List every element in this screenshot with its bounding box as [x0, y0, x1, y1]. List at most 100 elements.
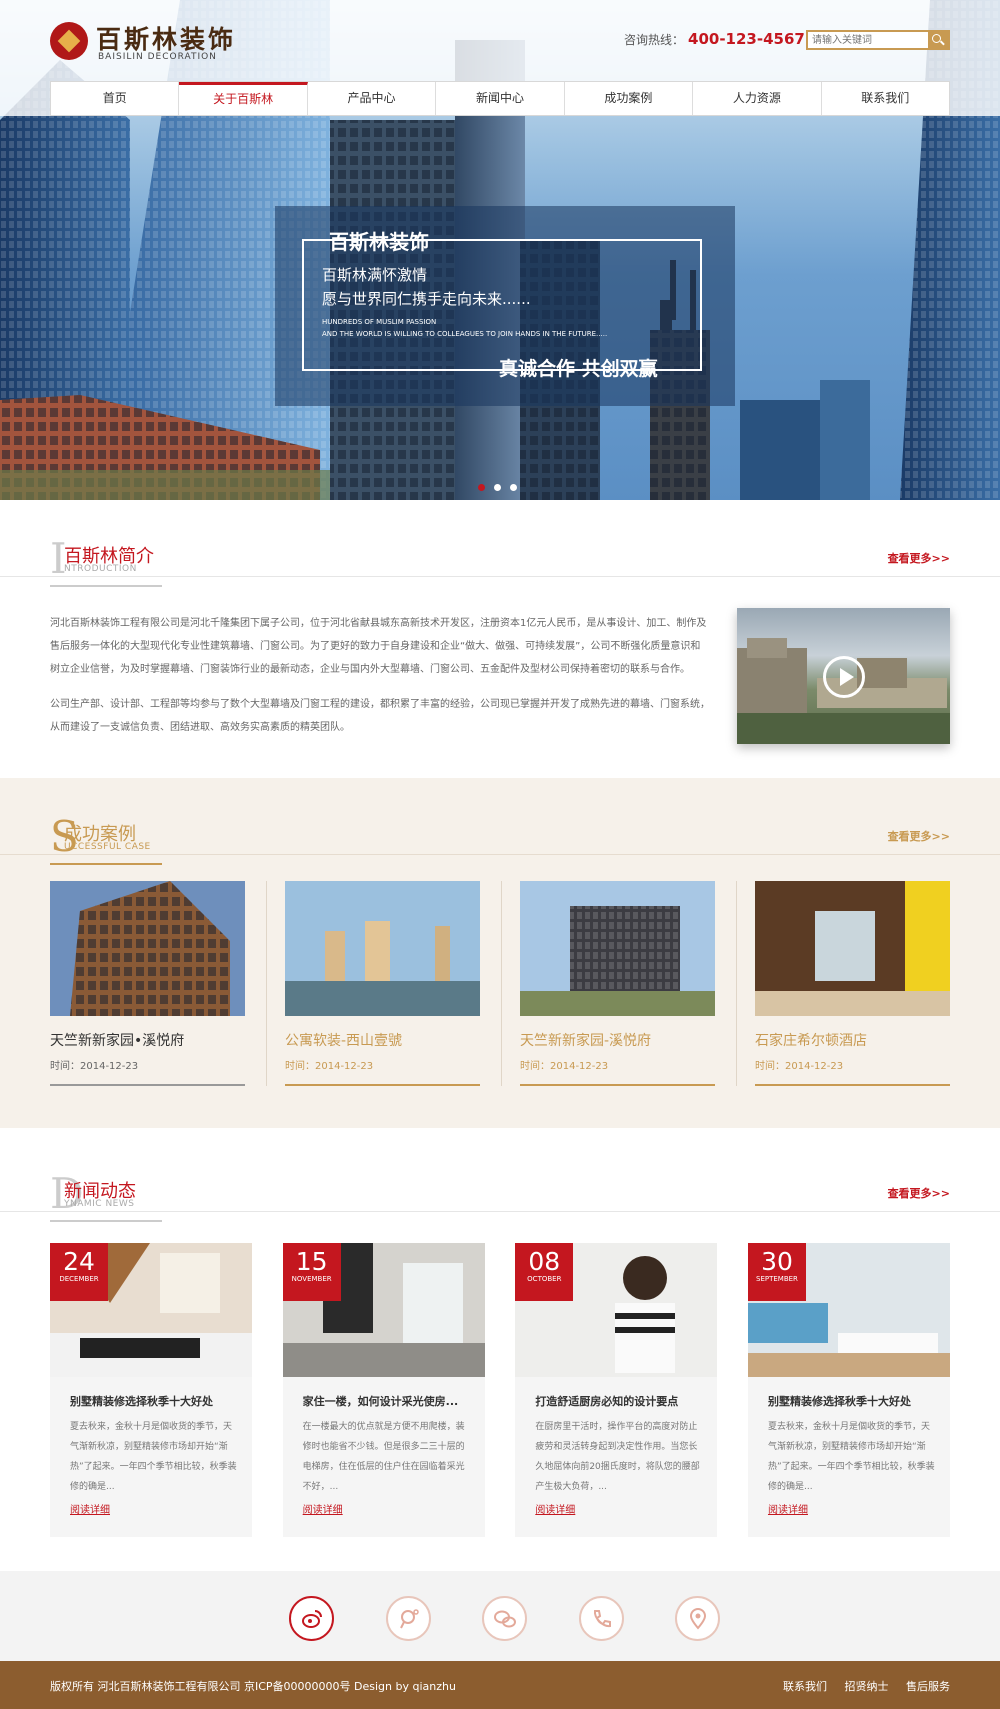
divider: [50, 863, 162, 865]
divider: [755, 1084, 950, 1086]
banner-caption: 百斯林装饰 百斯林满怀激情 愿与世界同仁携手走向未来...... HUNDRED…: [275, 206, 735, 406]
slider-dot[interactable]: [478, 484, 485, 491]
section-subtitle: UCCESSFUL CASE: [64, 842, 151, 852]
news-excerpt: 在一楼最大的优点就是方便不用爬楼，装修时也能省不少钱。但是很多二三十层的电梯房，…: [302, 1422, 465, 1492]
news-card[interactable]: 15 NOVEMBER 家住一楼，如何设计采光使房... 在一楼最大的优点就是方便…: [282, 1243, 485, 1537]
news-list: 24 DECEMBER 别墅精装修选择秋季十大好处 夏去秋来，金秋十月是個收货的季…: [50, 1243, 950, 1537]
nav-item-news[interactable]: 新闻中心: [436, 82, 565, 115]
date-month: SEPTEMBER: [756, 1275, 798, 1283]
banner-line2: 愿与世界同仁携手走向未来......: [322, 290, 531, 308]
nav-item-about[interactable]: 关于百斯林: [179, 82, 308, 115]
more-link[interactable]: 查看更多>>: [888, 550, 950, 566]
date-month: OCTOBER: [527, 1275, 562, 1283]
date-month: NOVEMBER: [291, 1275, 332, 1283]
news-image[interactable]: 08 OCTOBER: [515, 1243, 718, 1377]
site-logo[interactable]: 百斯林装饰 BAISILIN DECORATION: [50, 20, 250, 66]
case-title[interactable]: 石家庄希尔顿酒店: [755, 1030, 950, 1050]
case-title[interactable]: 天竺新新家园-溪悦府: [520, 1030, 715, 1050]
hotline: 咨询热线： 400-123-4567: [624, 30, 805, 48]
nav-item-products[interactable]: 产品中心: [308, 82, 437, 115]
divider: [266, 881, 267, 1086]
case-item[interactable]: 石家庄希尔顿酒店 时间：2014-12-23: [755, 881, 950, 1086]
divider: [0, 854, 1000, 855]
slider-dot[interactable]: [510, 484, 517, 491]
nav-item-contact[interactable]: 联系我们: [822, 82, 949, 115]
news-heading: D 新闻动态 YNAMIC NEWS 查看更多>>: [50, 1165, 950, 1235]
more-link[interactable]: 查看更多>>: [888, 828, 950, 844]
case-date: 时间：2014-12-23: [285, 1061, 374, 1072]
case-item[interactable]: 天竺新新家园-溪悦府 时间：2014-12-23: [520, 881, 715, 1086]
case-item[interactable]: 公寓软装-西山壹號 时间：2014-12-23: [285, 881, 480, 1086]
case-photo: [520, 881, 715, 1016]
footer-link-jobs[interactable]: 招贤纳士: [845, 1680, 889, 1693]
divider: [50, 585, 162, 587]
news-card[interactable]: 08 OCTOBER 打造舒适厨房必知的设计要点 在厨房里干活时，操作平台的高度对…: [515, 1243, 718, 1537]
date-badge: 24 DECEMBER: [50, 1243, 108, 1301]
phone-icon[interactable]: [579, 1596, 624, 1641]
divider: [50, 1084, 245, 1086]
read-more-link[interactable]: 阅读详细: [303, 1501, 343, 1516]
social-bar: [0, 1571, 1000, 1661]
play-icon[interactable]: [823, 656, 865, 698]
wechat-icon[interactable]: [482, 1596, 527, 1641]
case-title[interactable]: 天竺新新家园•溪悦府: [50, 1030, 245, 1050]
date-month: DECEMBER: [59, 1275, 99, 1283]
footer-link-service[interactable]: 售后服务: [906, 1680, 950, 1693]
nav-item-hr[interactable]: 人力资源: [693, 82, 822, 115]
case-image[interactable]: [50, 881, 245, 1016]
case-photo: [285, 881, 480, 1016]
read-more-link[interactable]: 阅读详细: [768, 1501, 808, 1516]
slider-dot[interactable]: [494, 484, 501, 491]
news-image[interactable]: 24 DECEMBER: [50, 1243, 252, 1377]
section-subtitle: YNAMIC NEWS: [64, 1199, 135, 1209]
read-more-link[interactable]: 阅读详细: [70, 1501, 110, 1516]
footer-links: 联系我们 招贤纳士 售后服务: [769, 1678, 950, 1694]
qq-weibo-icon[interactable]: [386, 1596, 431, 1641]
read-more-link[interactable]: 阅读详细: [535, 1501, 575, 1516]
news-image[interactable]: 30 SEPTEMBER: [747, 1243, 950, 1377]
news-title[interactable]: 别墅精装修选择秋季十大好处: [768, 1393, 911, 1409]
location-icon[interactable]: [675, 1596, 720, 1641]
hotline-label: 咨询热线：: [624, 33, 685, 47]
slider-dots: [478, 484, 517, 491]
intro-text: 河北百斯林装饰工程有限公司是河北千隆集团下属子公司，位于河北省献县城东高新技术开…: [50, 612, 710, 751]
search-icon[interactable]: [928, 32, 948, 48]
case-image[interactable]: [755, 881, 950, 1016]
divider: [736, 881, 737, 1086]
cases-section: S 成功案例 UCCESSFUL CASE 查看更多>> 天竺新新家园•溪悦府 …: [0, 778, 1000, 1128]
news-card[interactable]: 24 DECEMBER 别墅精装修选择秋季十大好处 夏去秋来，金秋十月是個收货的季…: [50, 1243, 252, 1537]
news-card[interactable]: 30 SEPTEMBER 别墅精装修选择秋季十大好处 夏去秋来，金秋十月是個收货的…: [747, 1243, 950, 1537]
nav-item-cases[interactable]: 成功案例: [565, 82, 694, 115]
section-subtitle: NTRODUCTION: [64, 564, 137, 574]
intro-heading: I 百斯林简介 NTRODUCTION 查看更多>>: [50, 530, 950, 600]
site-footer: 版权所有 河北百斯林装饰工程有限公司 京ICP备00000000号 Design…: [0, 1661, 1000, 1709]
case-photo: [50, 881, 245, 1016]
copyright: 版权所有 河北百斯林装饰工程有限公司 京ICP备00000000号 Design…: [50, 1680, 456, 1693]
search-box: [806, 30, 950, 50]
logo-text: 百斯林装饰: [96, 25, 237, 54]
search-input[interactable]: [808, 32, 928, 48]
news-title[interactable]: 别墅精装修选择秋季十大好处: [70, 1393, 213, 1409]
hotline-number: 400-123-4567: [688, 30, 805, 48]
case-item[interactable]: 天竺新新家园•溪悦府 时间：2014-12-23: [50, 881, 245, 1086]
news-title[interactable]: 打造舒适厨房必知的设计要点: [535, 1393, 678, 1409]
date-badge: 08 OCTOBER: [515, 1243, 574, 1301]
intro-video[interactable]: [737, 608, 950, 744]
divider: [501, 881, 502, 1086]
case-image[interactable]: [285, 881, 480, 1016]
more-link[interactable]: 查看更多>>: [888, 1185, 950, 1201]
news-title[interactable]: 家住一楼，如何设计采光使房...: [303, 1393, 459, 1409]
case-date: 时间：2014-12-23: [755, 1061, 844, 1072]
news-image[interactable]: 15 NOVEMBER: [282, 1243, 485, 1377]
weibo-icon[interactable]: [289, 1596, 334, 1641]
divider: [50, 1220, 162, 1222]
nav-item-home[interactable]: 首页: [51, 82, 180, 115]
case-title[interactable]: 公寓软装-西山壹號: [285, 1030, 480, 1050]
main-nav: 首页 关于百斯林 产品中心 新闻中心 成功案例 人力资源 联系我们: [50, 81, 950, 116]
hero-banner: 百斯林装饰 BAISILIN DECORATION 咨询热线： 400-123-4…: [0, 0, 1000, 500]
banner-en2: AND THE WORLD IS WILLING TO COLLEAGUES T…: [322, 330, 608, 338]
case-image[interactable]: [520, 881, 715, 1016]
intro-section: I 百斯林简介 NTRODUCTION 查看更多>> 河北百斯林装饰工程有限公司…: [0, 530, 1000, 744]
footer-link-contact[interactable]: 联系我们: [783, 1680, 827, 1693]
banner-title: 百斯林装饰: [329, 230, 429, 254]
